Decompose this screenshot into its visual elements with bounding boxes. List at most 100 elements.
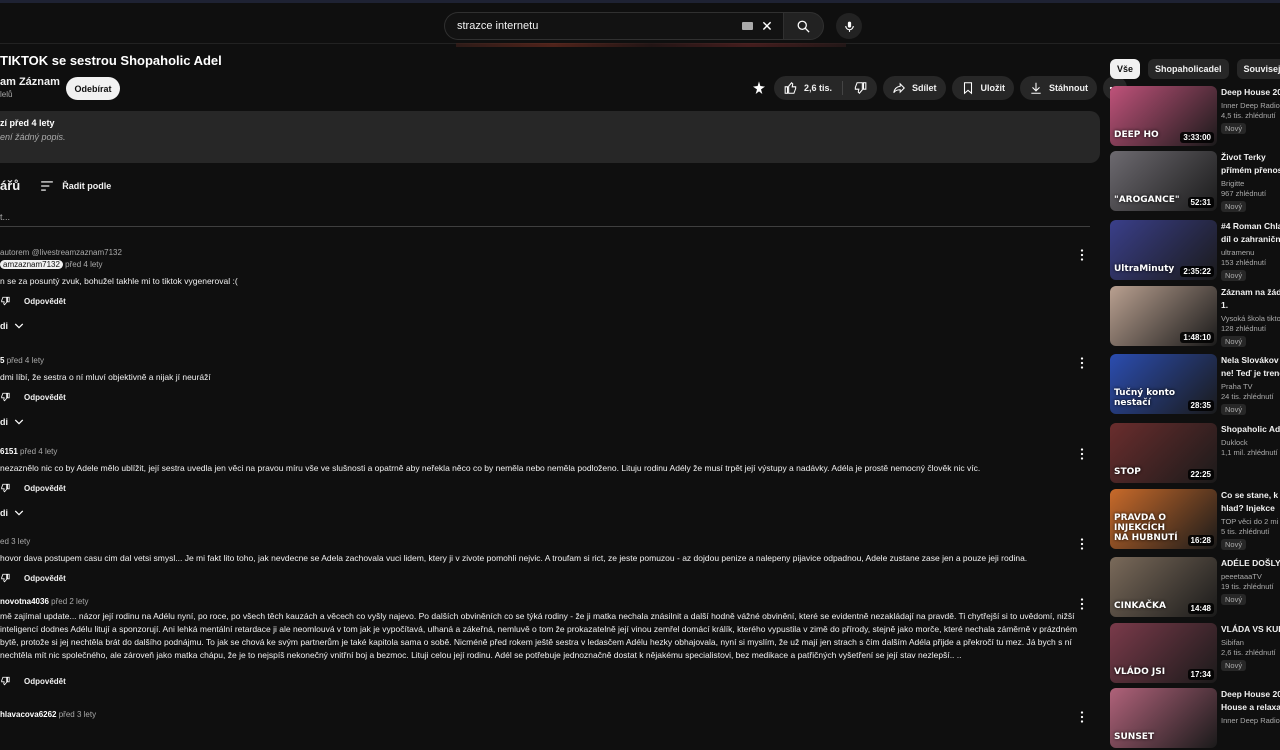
comment-menu-button[interactable] [1076, 356, 1088, 370]
view-count: 5 tis. zhlédnutí [1221, 527, 1270, 536]
save-button[interactable]: Uložit [951, 76, 1015, 100]
video-title-line2: ne! Teď je trend [1221, 368, 1280, 378]
chip-all[interactable]: Vše [1110, 59, 1141, 79]
video-info: Deep House 20 Inner Deep Radio 4,5 tis. zh… [1221, 86, 1280, 134]
comment-menu-button[interactable] [1076, 248, 1088, 262]
video-thumbnail[interactable]: Tučný konto nestačí 28:35 [1110, 354, 1217, 414]
sort-button[interactable]: Řadit podle [40, 180, 111, 192]
reply-button[interactable]: Odpovědět [24, 297, 66, 306]
like-button[interactable]: 2,6 tis. [774, 81, 844, 95]
subscribe-button[interactable]: Odebírat [66, 77, 120, 100]
view-count: 4,5 tis. zhlédnutí [1221, 111, 1276, 120]
view-count: 153 zhlédnutí [1221, 258, 1267, 267]
channel-name: Duklock [1221, 438, 1248, 447]
thumbs-down-icon[interactable] [0, 392, 10, 402]
video-title-line2: House a relaxa [1221, 702, 1280, 712]
video-info: #4 Roman Chla díl o zahraniční ultramenu 15… [1221, 220, 1280, 281]
video-thumbnail[interactable]: VLÁDO JSI 17:34 [1110, 623, 1217, 683]
reply-button[interactable]: Odpovědět [24, 484, 66, 493]
comment-author[interactable]: 6151 [0, 447, 18, 456]
recommended-video[interactable]: PRAVDA O INJEKCÍCH NA HUBNUTÍ 16:28 Co se … [1110, 489, 1280, 551]
dislike-button[interactable] [843, 81, 877, 95]
video-thumbnail[interactable]: "AROGANCE" 52:31 [1110, 151, 1217, 211]
comment-date[interactable]: před 4 lety [7, 356, 44, 365]
new-badge: Nový [1221, 594, 1247, 605]
voice-search-button[interactable] [836, 13, 862, 39]
sort-label: Řadit podle [62, 180, 112, 191]
description-box[interactable]: zí před 4 lety ení žádný popis. [0, 111, 1100, 163]
keyboard-icon[interactable] [741, 22, 753, 30]
video-title: ADÉLE DOŠLY [1221, 558, 1280, 568]
video-thumbnail[interactable]: DEEP HO 3:33:00 [1110, 86, 1217, 146]
channel-name[interactable]: am Záznam [0, 76, 60, 88]
recommended-video[interactable]: UltraMinuty 2:35:22 #4 Roman Chla díl o zah… [1110, 220, 1280, 282]
comment-author[interactable]: novotna4036 [0, 597, 49, 606]
hype-button[interactable] [750, 79, 768, 97]
search-input[interactable] [455, 19, 749, 33]
search-field-wrapper[interactable]: ✕ [444, 12, 783, 40]
share-button[interactable]: Sdílet [883, 76, 946, 100]
recommended-video[interactable]: SUNSET Deep House 20 House a relaxa Inner D… [1110, 688, 1280, 750]
thumbs-down-icon[interactable] [0, 676, 10, 686]
video-duration: 52:31 [1187, 197, 1214, 208]
description-text: ení žádný popis. [0, 132, 66, 142]
sort-icon [41, 180, 54, 191]
comment-author[interactable]: 5 [0, 356, 4, 365]
thumbnail-caption: PRAVDA O INJEKCÍCH NA HUBNUTÍ [1114, 513, 1178, 543]
thumbnail-caption: UltraMinuty [1114, 264, 1175, 274]
comment-author[interactable]: amzaznam7132 [0, 260, 63, 269]
search-button[interactable] [782, 12, 824, 40]
reply-button[interactable]: Odpovědět [24, 393, 66, 402]
download-button[interactable]: Stáhnout [1020, 76, 1098, 100]
comment-menu-button[interactable] [1076, 597, 1088, 611]
comment-date[interactable]: před 4 lety [20, 447, 57, 456]
clear-search-icon[interactable]: ✕ [761, 18, 773, 35]
reply-button[interactable]: Odpovědět [24, 574, 66, 583]
comment-date[interactable]: před 3 lety [59, 710, 96, 719]
video-thumbnail[interactable]: CINKAČKA 14:48 [1110, 557, 1217, 617]
recommended-video[interactable]: 1:48:10 Záznam na žád 1. Vysoká škola tikto… [1110, 286, 1280, 348]
comment-date[interactable]: ed 3 lety [0, 537, 30, 546]
recommended-video[interactable]: Tučný konto nestačí 28:35 Nela Slovákov ne!… [1110, 354, 1280, 416]
chip-related[interactable]: Související [1236, 59, 1280, 79]
video-title: Deep House 20 [1221, 689, 1280, 699]
thumbs-down-icon[interactable] [0, 483, 10, 493]
video-title: Život Terky [1221, 152, 1266, 162]
view-count: 1,1 mil. zhlédnutí [1221, 448, 1278, 457]
recommended-video[interactable]: "AROGANCE" 52:31 Život Terky přímém přenos B… [1110, 151, 1280, 213]
view-replies[interactable]: di [0, 417, 1100, 427]
video-info: Deep House 20 House a relaxa Inner Deep Ra… [1221, 688, 1280, 725]
video-title: TIKTOK se sestrou Shopaholic Adel [0, 53, 222, 68]
comment-menu-button[interactable] [1076, 447, 1088, 461]
recommended-video[interactable]: CINKAČKA 14:48 ADÉLE DOŠLY peeetaaaTV 19 tis… [1110, 557, 1280, 619]
video-thumbnail[interactable]: STOP 22:25 [1110, 423, 1217, 483]
video-duration: 14:48 [1187, 603, 1214, 614]
reply-button[interactable]: Odpovědět [24, 677, 66, 686]
video-thumbnail[interactable]: PRAVDA O INJEKCÍCH NA HUBNUTÍ 16:28 [1110, 489, 1217, 549]
comment-date[interactable]: před 2 lety [51, 597, 88, 606]
view-count: 2,6 tis. zhlédnutí [1221, 648, 1276, 657]
replies-label: di [0, 508, 8, 518]
comment-date[interactable]: před 4 lety [65, 260, 102, 269]
video-info: VLÁDA VS KUE Sibifan 2,6 tis. zhlédnutí Nov… [1221, 623, 1280, 671]
recommended-video[interactable]: VLÁDO JSI 17:34 VLÁDA VS KUE Sibifan 2,6 tis… [1110, 623, 1280, 685]
video-thumbnail[interactable]: 1:48:10 [1110, 286, 1217, 346]
thumbs-down-icon[interactable] [0, 296, 10, 306]
comment: hlavacova6262 před 3 lety [0, 710, 1100, 723]
video-title-line2: díl o zahraniční [1221, 234, 1280, 244]
recommended-video[interactable]: STOP 22:25 Shopaholic Ad Duklock 1,1 mil. zh… [1110, 423, 1280, 485]
video-thumbnail[interactable]: SUNSET [1110, 688, 1217, 748]
view-replies[interactable]: di [0, 508, 1100, 518]
comment-menu-button[interactable] [1076, 537, 1088, 551]
new-badge: Nový [1221, 270, 1247, 281]
comment-author[interactable]: hlavacova6262 [0, 710, 57, 719]
add-comment-input[interactable]: t... [0, 212, 10, 222]
thumbs-down-icon[interactable] [0, 573, 10, 583]
video-thumbnail[interactable]: UltraMinuty 2:35:22 [1110, 220, 1217, 280]
comments-count: ářů [0, 178, 21, 193]
view-replies[interactable]: di [0, 321, 1100, 331]
chip-shopaholicadel[interactable]: Shopaholicadel [1148, 59, 1229, 79]
comment-menu-button[interactable] [1076, 710, 1088, 724]
video-duration: 28:35 [1187, 400, 1214, 411]
recommended-video[interactable]: DEEP HO 3:33:00 Deep House 20 Inner Deep Ra… [1110, 86, 1280, 148]
